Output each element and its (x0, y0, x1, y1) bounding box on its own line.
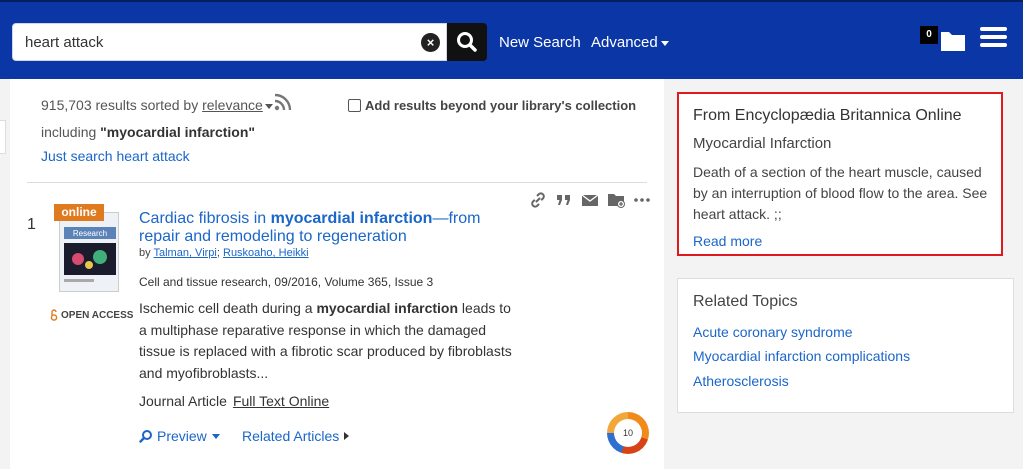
folder-icon (941, 32, 965, 51)
zoom-icon (139, 430, 152, 443)
by-label: by (139, 247, 151, 259)
rss-feed-icon[interactable] (274, 93, 292, 111)
altmetric-badge[interactable]: 10 (607, 412, 649, 454)
record-authors: by Talman, Virpi; Ruskoaho, Heikki (139, 247, 309, 259)
search-button[interactable] (447, 23, 487, 61)
search-input[interactable] (13, 24, 413, 60)
beyond-collection-option[interactable]: Add results beyond your library's collec… (348, 98, 636, 113)
record-actions (529, 191, 651, 209)
saved-items-folder[interactable]: 0 (920, 24, 968, 54)
record-abstract: Ischemic cell death during a myocardial … (139, 298, 519, 384)
results-count: 915,703 results sorted by (41, 97, 199, 113)
record-type-line: Journal Article Full Text Online (139, 393, 329, 409)
including-prefix: including (41, 124, 97, 140)
record-number: 1 (27, 216, 36, 233)
record-title-link[interactable]: Cardiac fibrosis in myocardial infarctio… (139, 210, 499, 246)
new-search-link[interactable]: New Search (499, 34, 581, 51)
thumb-label: Research (73, 229, 107, 238)
search-icon (457, 32, 477, 52)
including-line: including "myocardial infarction" (41, 124, 255, 140)
search-box: × (12, 23, 447, 61)
email-icon[interactable] (581, 191, 599, 209)
left-edge-tab[interactable] (0, 120, 6, 154)
quote-icon[interactable] (555, 191, 573, 209)
record-type: Journal Article (139, 393, 227, 409)
britannica-definition: Death of a section of the heart muscle, … (693, 164, 988, 222)
open-access-text: OPEN ACCESS (61, 309, 134, 321)
more-options-icon[interactable] (633, 191, 651, 209)
author-separator: ; (216, 247, 220, 259)
author-link[interactable]: Talman, Virpi (153, 247, 216, 259)
top-header: × New Search Advanced 0 (0, 0, 1023, 79)
chevron-down-icon (264, 103, 273, 109)
abstract-highlight: myocardial infarction (316, 300, 459, 316)
add-to-folder-icon[interactable] (607, 191, 625, 209)
related-articles-link[interactable]: Related Articles (242, 428, 350, 444)
full-text-online-link[interactable]: Full Text Online (233, 393, 329, 409)
britannica-term: Myocardial Infarction (693, 135, 832, 152)
chevron-down-icon (660, 40, 669, 46)
clear-search-button[interactable]: × (421, 33, 440, 52)
open-lock-icon (50, 309, 58, 321)
related-topics-title: Related Topics (693, 293, 798, 310)
author-link[interactable]: Ruskoaho, Heikki (223, 247, 309, 259)
journal-cover-thumbnail[interactable]: Research (59, 212, 119, 292)
sort-value: relevance (202, 97, 263, 113)
just-search-link[interactable]: Just search heart attack (41, 148, 190, 164)
title-part: Cardiac fibrosis in (139, 210, 271, 227)
title-highlight: myocardial infarction (270, 210, 433, 227)
britannica-card: From Encyclopædia Britannica Online Myoc… (677, 92, 1003, 256)
abstract-part: Ischemic cell death during a (139, 300, 317, 316)
open-access-label: OPEN ACCESS (50, 309, 133, 321)
advanced-label: Advanced (591, 34, 658, 51)
results-summary: 915,703 results sorted by relevance (41, 97, 273, 113)
chevron-down-icon (211, 433, 220, 439)
beyond-collection-label: Add results beyond your library's collec… (365, 98, 637, 113)
hamburger-menu-icon[interactable] (980, 27, 1007, 49)
journal-cover-image: Research (60, 213, 118, 291)
advanced-search-dropdown[interactable]: Advanced (591, 34, 669, 51)
related-articles-label: Related Articles (242, 428, 340, 444)
beyond-collection-checkbox[interactable] (348, 99, 361, 112)
results-panel: 915,703 results sorted by relevance Add … (10, 79, 664, 469)
read-more-link[interactable]: Read more (693, 233, 762, 249)
preview-label: Preview (157, 428, 207, 444)
chevron-right-icon (344, 432, 350, 440)
related-topics-card: Related Topics Acute coronary syndrome M… (677, 278, 1014, 413)
britannica-source: From Encyclopædia Britannica Online (693, 107, 962, 124)
including-term: "myocardial infarction" (100, 124, 256, 140)
related-topic-link[interactable]: Myocardial infarction complications (693, 348, 910, 364)
online-badge: online (54, 204, 104, 221)
divider (27, 182, 647, 183)
link-icon[interactable] (529, 191, 547, 209)
altmetric-score: 10 (614, 419, 642, 447)
related-topic-link[interactable]: Atherosclerosis (693, 373, 789, 389)
preview-toggle[interactable]: Preview (139, 428, 220, 444)
related-topic-link[interactable]: Acute coronary syndrome (693, 324, 853, 340)
sort-dropdown[interactable]: relevance (202, 97, 263, 113)
record-source: Cell and tissue research, 09/2016, Volum… (139, 275, 434, 289)
